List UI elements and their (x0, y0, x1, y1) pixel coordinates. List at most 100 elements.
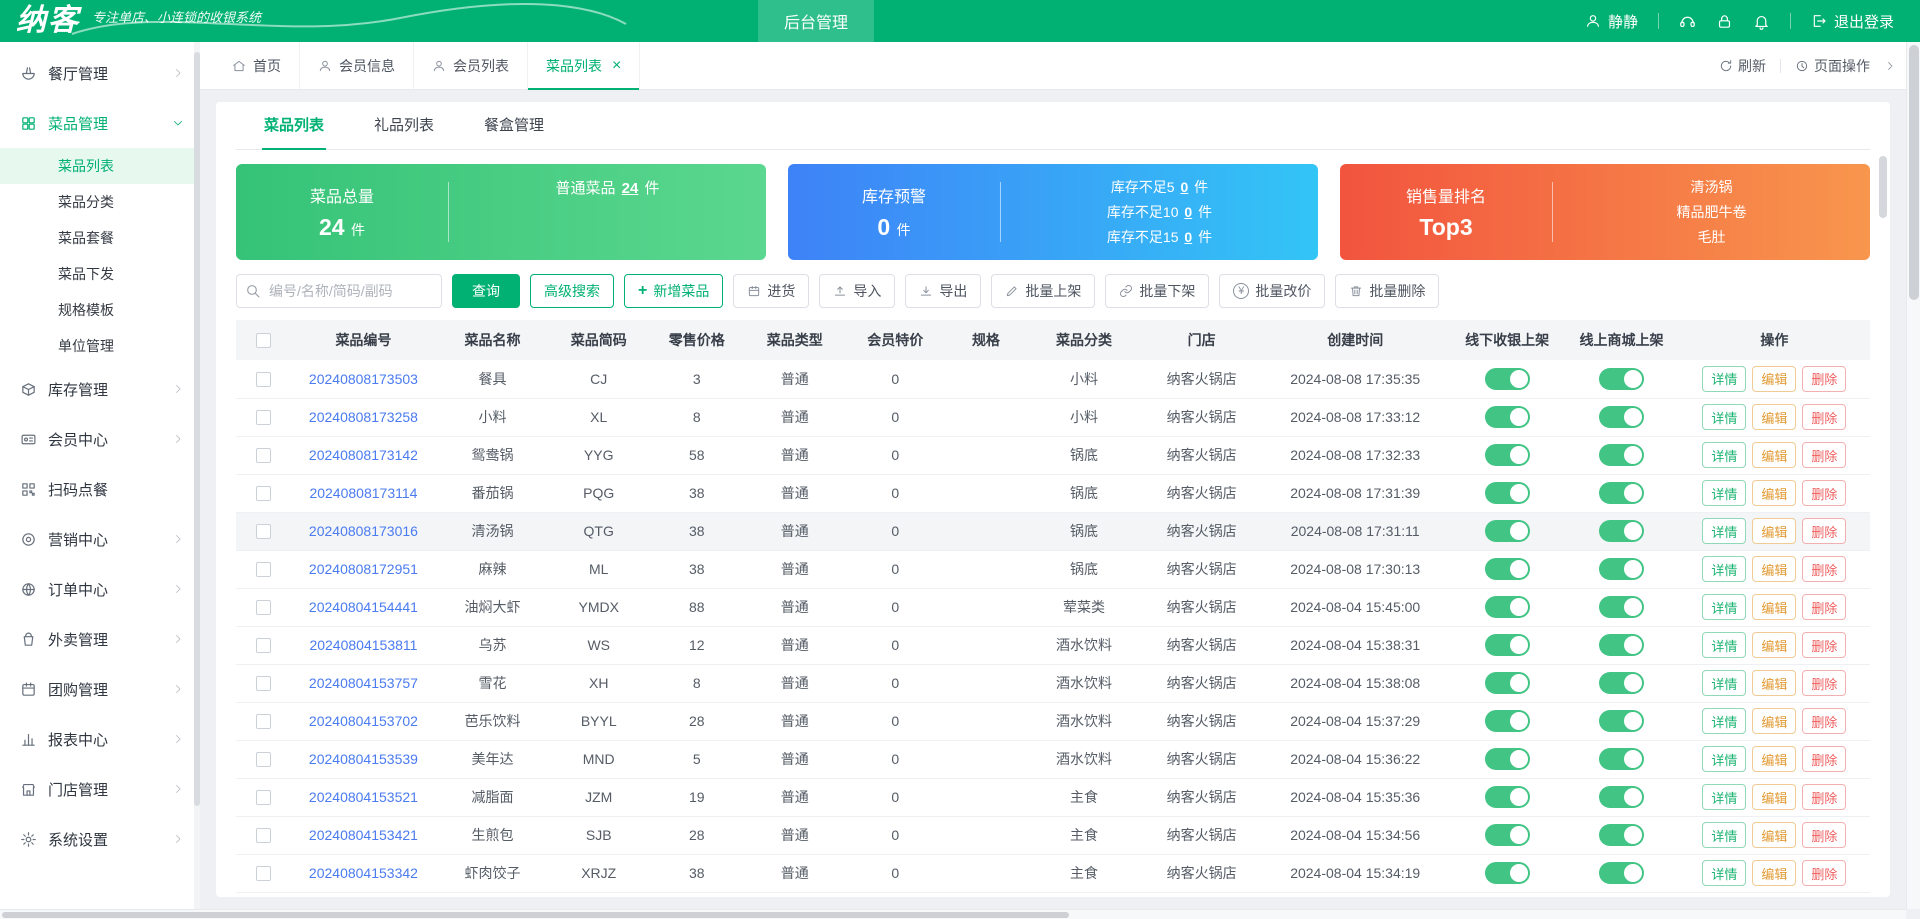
detail-button[interactable]: 详情 (1702, 594, 1747, 620)
detail-button[interactable]: 详情 (1702, 708, 1747, 734)
detail-button[interactable]: 详情 (1702, 365, 1747, 392)
lock-screen-icon[interactable] (1716, 13, 1733, 30)
subtab-0[interactable]: 菜品列表 (262, 114, 327, 150)
offline-pos-toggle[interactable] (1484, 596, 1530, 618)
tab-1[interactable]: 会员信息 (300, 42, 414, 89)
delete-button[interactable]: 删除 (1802, 365, 1847, 392)
edit-button[interactable]: 编辑 (1752, 708, 1797, 734)
dish-id-link[interactable]: 20240804153521 (309, 789, 418, 805)
import-button[interactable]: 导入 (819, 274, 896, 308)
dish-id-link[interactable]: 20240804153342 (309, 865, 418, 881)
row-checkbox[interactable] (256, 410, 272, 426)
user-menu[interactable]: 静静 (1585, 11, 1638, 32)
sidebar-item-report[interactable]: 报表中心 (0, 714, 200, 764)
offline-pos-toggle[interactable] (1484, 444, 1530, 466)
subtab-2[interactable]: 餐盒管理 (482, 114, 546, 149)
sidebar-subitem-5[interactable]: 单位管理 (0, 328, 200, 364)
online-mall-toggle[interactable] (1599, 710, 1645, 732)
dish-id-link[interactable]: 20240808173503 (309, 371, 418, 387)
detail-button[interactable]: 详情 (1702, 556, 1747, 582)
sidebar-subitem-4[interactable]: 规格模板 (0, 292, 200, 328)
edit-button[interactable]: 编辑 (1752, 365, 1797, 392)
admin-nav-tab[interactable]: 后台管理 (758, 0, 875, 42)
card-line-value[interactable]: 0 (1184, 204, 1192, 220)
edit-button[interactable]: 编辑 (1752, 404, 1797, 430)
notification-bell-icon[interactable] (1753, 13, 1770, 30)
delete-button[interactable]: 删除 (1802, 708, 1847, 734)
logout-button[interactable]: 退出登录 (1811, 11, 1894, 32)
detail-button[interactable]: 详情 (1702, 746, 1747, 772)
offline-pos-toggle[interactable] (1484, 558, 1530, 580)
row-checkbox[interactable] (256, 562, 272, 578)
edit-button[interactable]: 编辑 (1752, 442, 1797, 468)
detail-button[interactable]: 详情 (1702, 860, 1747, 886)
delete-button[interactable]: 删除 (1802, 480, 1847, 506)
online-mall-toggle[interactable] (1599, 558, 1645, 580)
row-checkbox[interactable] (256, 638, 272, 654)
delete-button[interactable]: 删除 (1802, 404, 1847, 430)
online-mall-toggle[interactable] (1599, 672, 1645, 694)
delete-button[interactable]: 删除 (1802, 860, 1847, 886)
page-vertical-scrollbar[interactable] (1906, 42, 1920, 909)
row-checkbox[interactable] (256, 828, 272, 844)
delete-button[interactable]: 删除 (1802, 670, 1847, 696)
offline-pos-toggle[interactable] (1484, 367, 1530, 390)
edit-button[interactable]: 编辑 (1752, 670, 1797, 696)
subtab-1[interactable]: 礼品列表 (372, 114, 436, 149)
edit-button[interactable]: 编辑 (1752, 480, 1797, 506)
row-checkbox[interactable] (256, 448, 272, 464)
pencil-button[interactable]: 批量上架 (991, 274, 1096, 308)
online-mall-toggle[interactable] (1599, 406, 1645, 428)
delete-button[interactable]: 删除 (1802, 442, 1847, 468)
tab-0[interactable]: 首页 (214, 42, 300, 89)
edit-button[interactable]: 编辑 (1752, 784, 1797, 810)
delete-button[interactable]: 删除 (1802, 632, 1847, 658)
sidebar-item-takeout[interactable]: 外卖管理 (0, 614, 200, 664)
page-horizontal-scrollbar-thumb[interactable] (2, 912, 1070, 918)
dish-id-link[interactable]: 20240808173016 (309, 523, 418, 539)
yen-button[interactable]: ¥ 批量改价 (1219, 274, 1326, 308)
offline-pos-toggle[interactable] (1484, 786, 1530, 808)
edit-button[interactable]: 编辑 (1752, 632, 1797, 658)
sidebar-item-store[interactable]: 门店管理 (0, 764, 200, 814)
offline-pos-toggle[interactable] (1484, 824, 1530, 846)
sidebar-item-settings[interactable]: 系统设置 (0, 814, 200, 864)
sidebar-item-marketing[interactable]: 营销中心 (0, 514, 200, 564)
dish-id-link[interactable]: 20240808173142 (309, 447, 418, 463)
edit-button[interactable]: 编辑 (1752, 556, 1797, 582)
detail-button[interactable]: 详情 (1702, 518, 1747, 544)
detail-button[interactable]: 详情 (1702, 480, 1747, 506)
sidebar-subitem-0[interactable]: 菜品列表 (0, 148, 200, 184)
trash-button[interactable]: 批量删除 (1335, 274, 1440, 308)
detail-button[interactable]: 详情 (1702, 784, 1747, 810)
offline-pos-toggle[interactable] (1484, 862, 1530, 884)
chevron-right-icon[interactable] (1884, 60, 1896, 72)
tab-3[interactable]: 菜品列表 × (528, 42, 641, 90)
delete-button[interactable]: 删除 (1802, 746, 1847, 772)
offline-pos-toggle[interactable] (1484, 634, 1530, 656)
dish-id-link[interactable]: 20240808172951 (309, 561, 418, 577)
page-vertical-scrollbar-thumb[interactable] (1909, 45, 1919, 300)
online-mall-toggle[interactable] (1599, 824, 1645, 846)
edit-button[interactable]: 编辑 (1752, 594, 1797, 620)
delete-button[interactable]: 删除 (1802, 784, 1847, 810)
sidebar-item-group[interactable]: 团购管理 (0, 664, 200, 714)
card-line-value[interactable]: 0 (1184, 229, 1192, 245)
online-mall-toggle[interactable] (1599, 444, 1645, 466)
dish-id-link[interactable]: 20240804153539 (309, 751, 418, 767)
query-button[interactable]: 查询 (452, 274, 520, 308)
delete-button[interactable]: 删除 (1802, 822, 1847, 848)
dish-id-link[interactable]: 20240808173114 (309, 485, 417, 501)
sidebar-item-inventory[interactable]: 库存管理 (0, 364, 200, 414)
online-mall-toggle[interactable] (1599, 748, 1645, 770)
online-mall-toggle[interactable] (1599, 520, 1645, 542)
detail-button[interactable]: 详情 (1702, 822, 1747, 848)
search-input[interactable] (236, 274, 442, 308)
detail-button[interactable]: 详情 (1702, 442, 1747, 468)
sidebar-subitem-1[interactable]: 菜品分类 (0, 184, 200, 220)
row-checkbox[interactable] (256, 486, 272, 502)
sidebar-item-restaurant[interactable]: 餐厅管理 (0, 48, 200, 98)
advanced-search-button[interactable]: 高级搜索 (530, 274, 614, 308)
delete-button[interactable]: 删除 (1802, 518, 1847, 544)
online-mall-toggle[interactable] (1599, 634, 1645, 656)
